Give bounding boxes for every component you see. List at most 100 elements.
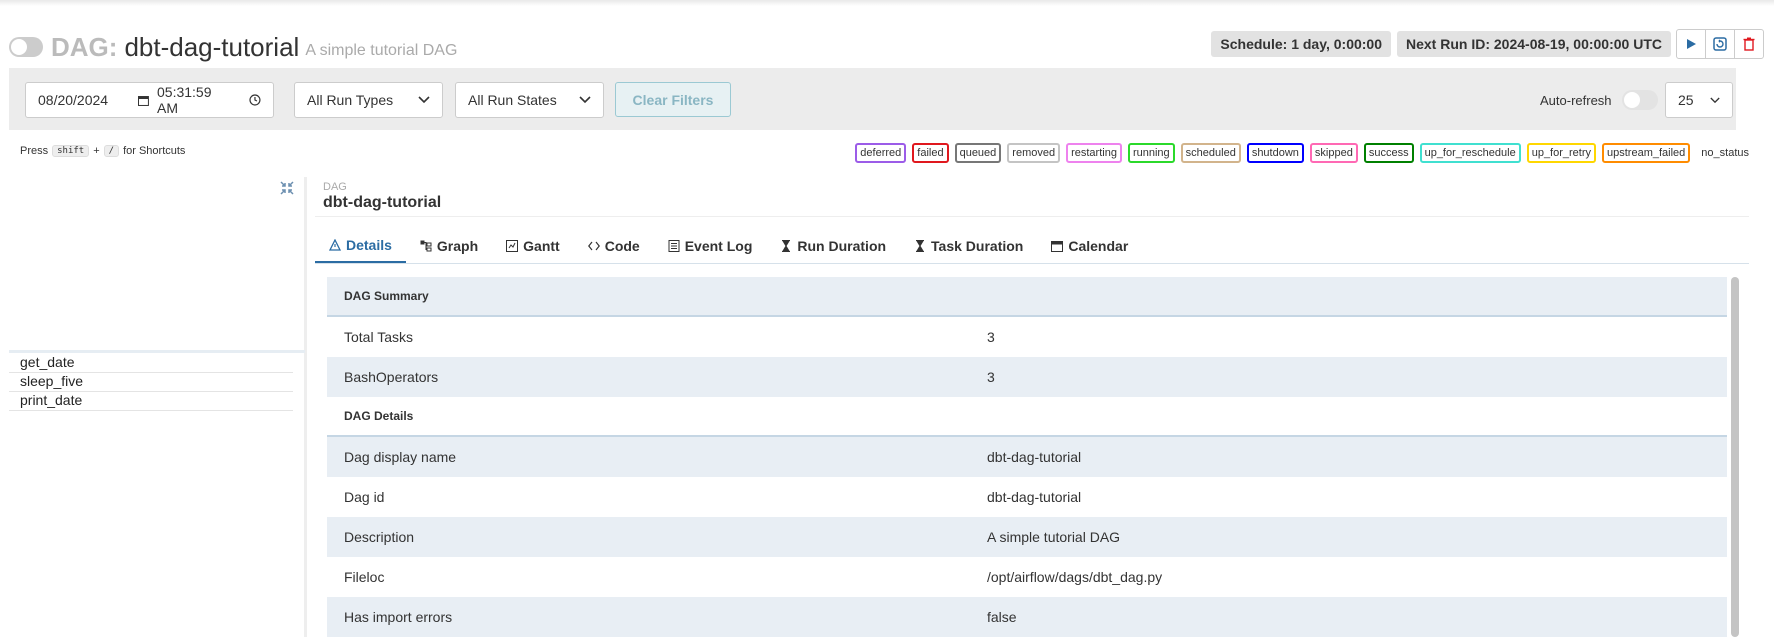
dag-prefix: DAG:	[51, 31, 118, 62]
tree-task-item[interactable]: sleep_five	[9, 373, 293, 392]
tab-calendar[interactable]: Calendar	[1037, 228, 1142, 263]
divider	[315, 216, 1749, 217]
header-actions: Schedule: 1 day, 0:00:00 Next Run ID: 20…	[1211, 29, 1764, 59]
tree-task-item[interactable]: get_date	[9, 354, 293, 373]
chevron-down-icon	[418, 96, 430, 104]
row-key: Has import errors	[344, 609, 453, 625]
chevron-down-icon	[1710, 97, 1720, 103]
legend-item-no-status[interactable]: no_status	[1696, 143, 1754, 163]
section-header: DAG Details	[327, 397, 1727, 437]
clock-icon	[249, 94, 261, 106]
section-header: DAG Summary	[327, 277, 1727, 317]
trash-icon	[1743, 37, 1755, 51]
auto-refresh-label: Auto-refresh	[1540, 92, 1612, 108]
legend-item-success[interactable]: success	[1363, 143, 1414, 163]
legend-item-running[interactable]: running	[1127, 143, 1175, 163]
calendar-icon	[138, 95, 149, 106]
table-row: Description A simple tutorial DAG	[327, 517, 1727, 557]
tree-task-item[interactable]: print_date	[9, 392, 293, 411]
tab-gantt[interactable]: Gantt	[492, 228, 574, 263]
schedule-badge: Schedule: 1 day, 0:00:00	[1211, 31, 1391, 57]
tab-label: Task Duration	[931, 237, 1024, 254]
row-value: 3	[987, 329, 995, 345]
legend-item-skipped[interactable]: skipped	[1309, 143, 1358, 163]
tab-label: Details	[346, 236, 392, 253]
pause-toggle[interactable]	[9, 37, 43, 57]
legend-item-scheduled[interactable]: scheduled	[1180, 143, 1241, 163]
run-type-select[interactable]: All Run Types	[294, 82, 443, 118]
tab-event-log[interactable]: Event Log	[654, 228, 767, 263]
legend-item-restarting[interactable]: restarting	[1066, 143, 1122, 163]
tab-label: Gantt	[523, 237, 560, 254]
refresh-dag-button[interactable]	[1705, 29, 1735, 59]
row-key: Total Tasks	[344, 329, 413, 345]
hourglass-icon	[782, 239, 791, 252]
hourglass-icon	[916, 239, 925, 252]
legend-item-failed[interactable]: failed	[912, 143, 949, 163]
row-value: 3	[987, 369, 995, 385]
date-value: 08/20/2024	[38, 92, 109, 108]
calendar-icon	[1051, 240, 1064, 252]
refresh-icon	[1713, 37, 1727, 51]
shift-key: shift	[52, 145, 90, 157]
legend-item-shutdown[interactable]: shutdown	[1246, 143, 1304, 163]
run-state-value: All Run States	[468, 92, 557, 108]
details-table: DAG Summary Total Tasks 3 BashOperators …	[327, 277, 1727, 637]
trigger-dag-button[interactable]	[1676, 29, 1706, 59]
tab-label: Graph	[436, 237, 479, 254]
row-key: BashOperators	[344, 369, 439, 385]
auto-refresh-toggle[interactable]	[1621, 90, 1658, 110]
tree-header-bar	[9, 350, 305, 353]
num-runs-value: 25	[1678, 92, 1694, 108]
tab-task-duration[interactable]: Task Duration	[900, 228, 1037, 263]
row-key: Dag display name	[344, 449, 457, 465]
tab-bar: Details Graph Gantt Code Event Log Run D…	[315, 228, 1749, 264]
shortcut-plus: +	[93, 145, 100, 157]
tab-run-duration[interactable]: Run Duration	[766, 228, 900, 263]
tab-code[interactable]: Code	[574, 228, 654, 263]
collapse-icon[interactable]	[279, 180, 295, 196]
scrollbar[interactable]	[1731, 277, 1739, 637]
state-legend: deferred failed queued removed restarting run…	[855, 143, 1754, 163]
breadcrumb-label: DAG	[323, 181, 347, 193]
next-run-badge: Next Run ID: 2024-08-19, 00:00:00 UTC	[1397, 31, 1671, 57]
delete-dag-button[interactable]	[1734, 29, 1764, 59]
legend-item-deferred[interactable]: deferred	[855, 143, 907, 163]
table-row: Dag id dbt-dag-tutorial	[327, 477, 1727, 517]
num-runs-select[interactable]: 25	[1665, 82, 1733, 118]
legend-item-removed[interactable]: removed	[1007, 143, 1061, 163]
dag-description: A simple tutorial DAG	[305, 42, 458, 59]
log-icon	[668, 239, 680, 252]
tab-label: Run Duration	[797, 237, 887, 254]
tab-label: Code	[604, 237, 640, 254]
legend-item-up-for-retry[interactable]: up_for_retry	[1526, 143, 1597, 163]
table-row: Fileloc /opt/airflow/dags/dbt_dag.py	[327, 557, 1727, 597]
chevron-down-icon	[579, 96, 591, 104]
run-type-value: All Run Types	[307, 92, 394, 108]
shortcut-suffix: for Shortcuts	[123, 145, 186, 157]
section-title: DAG Details	[344, 409, 414, 423]
row-value: /opt/airflow/dags/dbt_dag.py	[987, 569, 1163, 585]
run-state-select[interactable]: All Run States	[455, 82, 604, 118]
tab-graph[interactable]: Graph	[406, 228, 492, 263]
tab-details[interactable]: Details	[315, 228, 406, 263]
row-key: Fileloc	[344, 569, 385, 585]
action-buttons	[1676, 29, 1764, 59]
section-title: DAG Summary	[344, 289, 429, 303]
tab-label: Event Log	[684, 237, 753, 254]
dag-name[interactable]: dbt-dag-tutorial	[124, 32, 299, 63]
page-title: dbt-dag-tutorial	[323, 194, 442, 211]
legend-item-queued[interactable]: queued	[954, 143, 1002, 163]
gantt-icon	[506, 239, 519, 252]
legend-item-upstream-failed[interactable]: upstream_failed	[1602, 143, 1691, 163]
tab-label: Calendar	[1068, 237, 1129, 254]
shortcut-press: Press	[20, 145, 49, 157]
legend-item-up-for-reschedule[interactable]: up_for_reschedule	[1419, 143, 1521, 163]
row-key: Description	[344, 529, 415, 545]
row-value: A simple tutorial DAG	[987, 529, 1121, 545]
row-value: dbt-dag-tutorial	[987, 489, 1082, 505]
play-icon	[1687, 39, 1696, 49]
base-date-input[interactable]: 08/20/2024 05:31:59 AM	[25, 82, 274, 118]
table-row: Total Tasks 3	[327, 317, 1727, 357]
clear-filters-button[interactable]: Clear Filters	[615, 82, 731, 117]
